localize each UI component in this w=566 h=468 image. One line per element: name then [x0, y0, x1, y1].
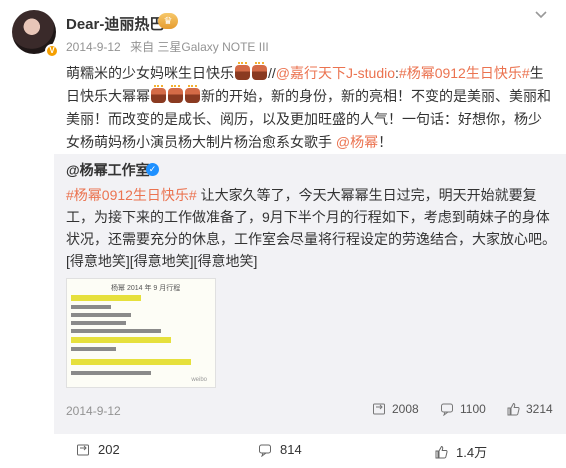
comment-icon — [258, 443, 272, 457]
image-line — [71, 329, 161, 333]
repost-repost-count[interactable]: 2008 — [372, 402, 419, 416]
cake-emoji-icon — [185, 85, 200, 103]
image-line — [71, 295, 141, 301]
repost-icon — [372, 402, 386, 416]
more-chevron-icon[interactable] — [534, 8, 548, 27]
repost-button[interactable]: 202 — [76, 442, 120, 457]
verified-badge-icon: ✓ — [146, 163, 159, 176]
count-label: 2008 — [392, 402, 419, 416]
cake-emoji-icon — [235, 62, 250, 80]
cake-emoji-icon — [168, 85, 183, 103]
comment-icon — [440, 402, 454, 417]
image-line — [71, 321, 126, 325]
like-button[interactable]: 1.4万 — [434, 442, 487, 461]
mention-link[interactable]: @嘉行天下J-studio — [276, 65, 395, 81]
hashtag-link[interactable]: #杨幂0912生日快乐# — [66, 187, 197, 203]
post-meta: 2014-9-12 来自 三星Galaxy NOTE III — [66, 38, 275, 55]
image-line — [71, 313, 131, 317]
repost-comment-count[interactable]: 1100 — [440, 402, 486, 417]
post-content: 萌糯米的少女妈咪生日快乐//@嘉行天下J-studio:#杨幂0912生日快乐#… — [66, 62, 552, 154]
like-icon — [434, 445, 448, 459]
repost-count: 202 — [98, 442, 120, 457]
schedule-image[interactable]: 杨幂 2014 年 9 月行程 weibo — [66, 278, 216, 388]
comment-count: 814 — [280, 442, 302, 457]
like-count: 1.4万 — [456, 445, 488, 460]
repost-time[interactable]: 2014-9-12 — [66, 404, 121, 418]
cake-emoji-icon — [151, 85, 166, 103]
medal-icon[interactable]: ♛ — [158, 13, 178, 29]
image-line — [71, 347, 116, 351]
image-line — [71, 337, 171, 343]
image-title: 杨幂 2014 年 9 月行程 — [111, 285, 181, 292]
reposted-card: @杨幂工作室 ✓ #杨幂0912生日快乐# 让大家久等了，今天大幂幂生日过完，明… — [54, 154, 566, 434]
count-label: 3214 — [526, 402, 553, 416]
like-icon — [506, 402, 520, 416]
hashtag-link[interactable]: #杨幂0912生日快乐# — [399, 65, 530, 81]
verified-badge-icon: V — [45, 44, 59, 58]
mention-link[interactable]: @杨幂 — [336, 134, 378, 150]
post-time[interactable]: 2014-9-12 — [66, 40, 121, 54]
repost-icon — [76, 443, 90, 457]
image-line — [71, 359, 191, 365]
repost-like-count[interactable]: 3214 — [506, 402, 553, 416]
count-label: 1100 — [460, 402, 486, 416]
comment-button[interactable]: 814 — [258, 442, 302, 457]
post-action-bar: 202 814 1.4万 — [0, 440, 566, 468]
post-text: ！ — [378, 134, 393, 150]
post-text: // — [268, 65, 276, 81]
post-source: 来自 三星Galaxy NOTE III — [130, 40, 269, 54]
cake-emoji-icon — [252, 62, 267, 80]
author-name[interactable]: Dear-迪丽热巴 — [66, 13, 164, 34]
image-watermark: weibo — [191, 377, 207, 383]
image-line — [71, 371, 151, 375]
repost-user[interactable]: @杨幂工作室 — [66, 160, 150, 180]
repost-text: #杨幂0912生日快乐# 让大家久等了，今天大幂幂生日过完，明天开始就要复工，为… — [66, 184, 556, 272]
image-line — [71, 305, 111, 309]
post-text: 萌糯米的少女妈咪生日快乐 — [66, 65, 234, 81]
